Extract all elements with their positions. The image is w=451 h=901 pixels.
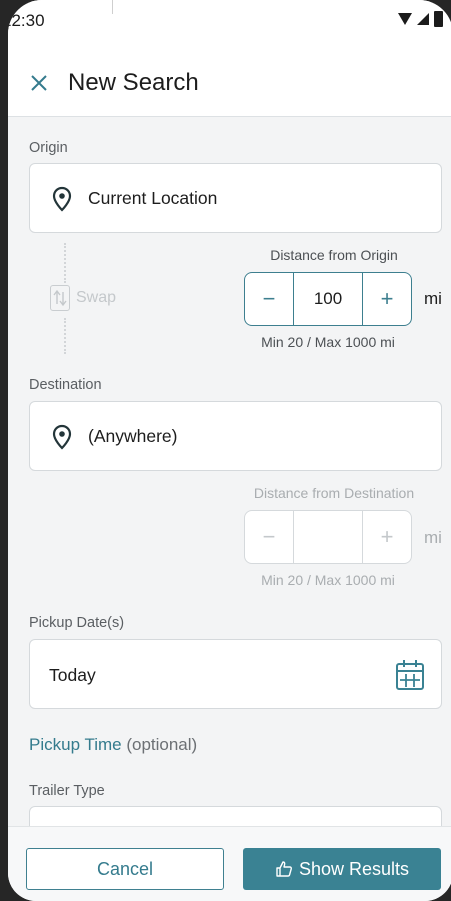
phone-screen: 12:30 New Search Origin Current Location: [8, 0, 451, 901]
signal-icon: [417, 13, 429, 25]
location-pin-icon: [52, 186, 72, 212]
battery-icon: [434, 11, 443, 27]
destination-distance-input[interactable]: [293, 511, 363, 563]
swap-icon: [50, 285, 70, 311]
destination-value: (Anywhere): [88, 426, 178, 446]
screen-edge-line: [112, 0, 113, 14]
origin-label: Origin: [29, 140, 68, 156]
origin-value: Current Location: [88, 188, 218, 208]
pickup-time-row: Pickup Time (optional): [29, 735, 197, 755]
wifi-icon: [398, 13, 412, 25]
footer-actions: Cancel Show Results: [8, 826, 451, 901]
location-pin-icon: [52, 424, 72, 450]
destination-distance-unit: mi: [424, 528, 442, 547]
origin-distance-increment-button[interactable]: +: [363, 273, 411, 325]
destination-distance-increment-button[interactable]: +: [363, 511, 411, 563]
origin-distance-unit: mi: [424, 289, 442, 308]
origin-distance-decrement-button[interactable]: −: [245, 273, 293, 325]
app-header: New Search: [8, 40, 451, 117]
swap-connector-bottom: [64, 318, 66, 354]
destination-label: Destination: [29, 377, 102, 393]
pickup-dates-value: Today: [49, 665, 96, 685]
swap-button[interactable]: Swap: [50, 285, 116, 311]
destination-distance-caption: Distance from Destination: [253, 485, 415, 501]
trailer-type-label: Trailer Type: [29, 783, 105, 799]
cancel-button[interactable]: Cancel: [26, 848, 224, 890]
status-time: 12:30: [8, 11, 45, 30]
destination-field[interactable]: (Anywhere): [29, 401, 442, 471]
pickup-time-optional: (optional): [126, 735, 198, 754]
origin-distance-caption: Distance from Origin: [270, 247, 398, 263]
swap-label: Swap: [76, 289, 117, 306]
close-icon[interactable]: [30, 74, 48, 92]
origin-distance-input[interactable]: 100: [293, 273, 363, 325]
pickup-time-link[interactable]: Pickup Time: [29, 735, 122, 754]
page-title: New Search: [68, 69, 199, 96]
pickup-dates-label: Pickup Date(s): [29, 615, 125, 631]
show-results-label: Show Results: [298, 858, 410, 879]
status-bar: 12:30: [8, 0, 451, 40]
pickup-dates-field[interactable]: Today: [29, 639, 442, 709]
origin-distance-range: Min 20 / Max 1000 mi: [261, 334, 395, 350]
thumbs-up-icon: [276, 861, 292, 877]
destination-distance-stepper: − +: [244, 510, 412, 564]
status-icons: [398, 11, 443, 27]
origin-field[interactable]: Current Location: [29, 163, 442, 233]
origin-distance-stepper: − 100 +: [244, 272, 412, 326]
swap-connector-top: [64, 243, 66, 283]
calendar-icon[interactable]: [395, 659, 425, 691]
destination-distance-range: Min 20 / Max 1000 mi: [261, 572, 395, 588]
show-results-button[interactable]: Show Results: [243, 848, 441, 890]
destination-distance-decrement-button[interactable]: −: [245, 511, 293, 563]
